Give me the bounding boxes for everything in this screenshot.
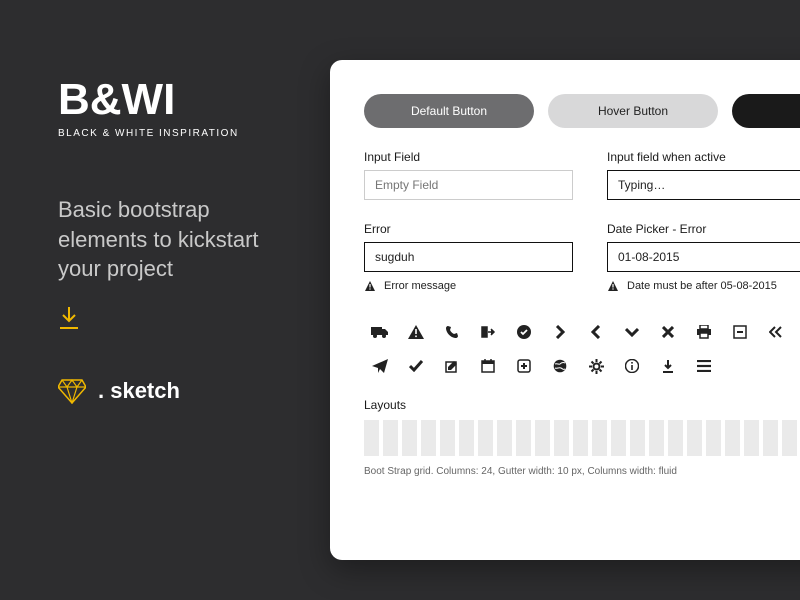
info-icon (625, 359, 639, 373)
brand-subtitle: BLACK & WHITE INSPIRATION (58, 128, 278, 139)
angle-double-left-icon (769, 326, 783, 338)
ui-kit-card: Default Button Hover Button Active Input… (330, 60, 800, 560)
input-field-active[interactable] (607, 170, 800, 200)
menu-icon (697, 360, 711, 372)
error-message: Error message (384, 280, 456, 292)
active-button[interactable]: Active (732, 94, 800, 128)
warning-triangle-icon (408, 325, 424, 339)
grid-caption: Boot Strap grid. Columns: 24, Gutter wid… (364, 466, 800, 477)
sketch-diamond-icon (58, 378, 86, 404)
chevron-left-icon (591, 325, 601, 339)
minus-square-icon (733, 325, 747, 339)
input-field-label: Input Field (364, 150, 573, 164)
close-icon (662, 326, 674, 338)
phone-icon (445, 325, 459, 339)
print-icon (696, 325, 712, 339)
warning-icon (607, 280, 619, 292)
error-label: Error (364, 222, 573, 236)
tagline-text: Basic bootstrap elements to kickstart yo… (58, 195, 278, 284)
plus-square-icon (517, 359, 531, 373)
chevron-down-icon (625, 327, 639, 337)
warning-icon (364, 280, 376, 292)
truck-icon (371, 325, 389, 339)
paper-plane-icon (372, 359, 388, 373)
calendar-icon (481, 359, 495, 373)
globe-icon (553, 359, 567, 373)
default-button[interactable]: Default Button (364, 94, 534, 128)
brand-logo: B&WI (58, 78, 278, 122)
hover-button[interactable]: Hover Button (548, 94, 718, 128)
date-picker-label: Date Picker - Error (607, 222, 800, 236)
chevron-right-icon (555, 325, 565, 339)
grid-columns-preview (364, 420, 800, 456)
date-error-message: Date must be after 05-08-2015 (627, 280, 777, 292)
gear-icon (589, 359, 604, 374)
edit-icon (445, 359, 459, 373)
check-icon (409, 360, 423, 372)
input-active-label: Input field when active (607, 150, 800, 164)
download-alt-icon (661, 359, 675, 373)
check-circle-icon (517, 325, 531, 339)
download-icon[interactable] (58, 306, 278, 330)
icon-grid (364, 318, 800, 380)
input-field-empty[interactable] (364, 170, 573, 200)
layouts-heading: Layouts (364, 398, 800, 412)
date-picker-error[interactable] (607, 242, 800, 272)
sign-out-icon (480, 325, 496, 339)
sketch-label: . sketch (98, 378, 180, 404)
input-field-error[interactable] (364, 242, 573, 272)
